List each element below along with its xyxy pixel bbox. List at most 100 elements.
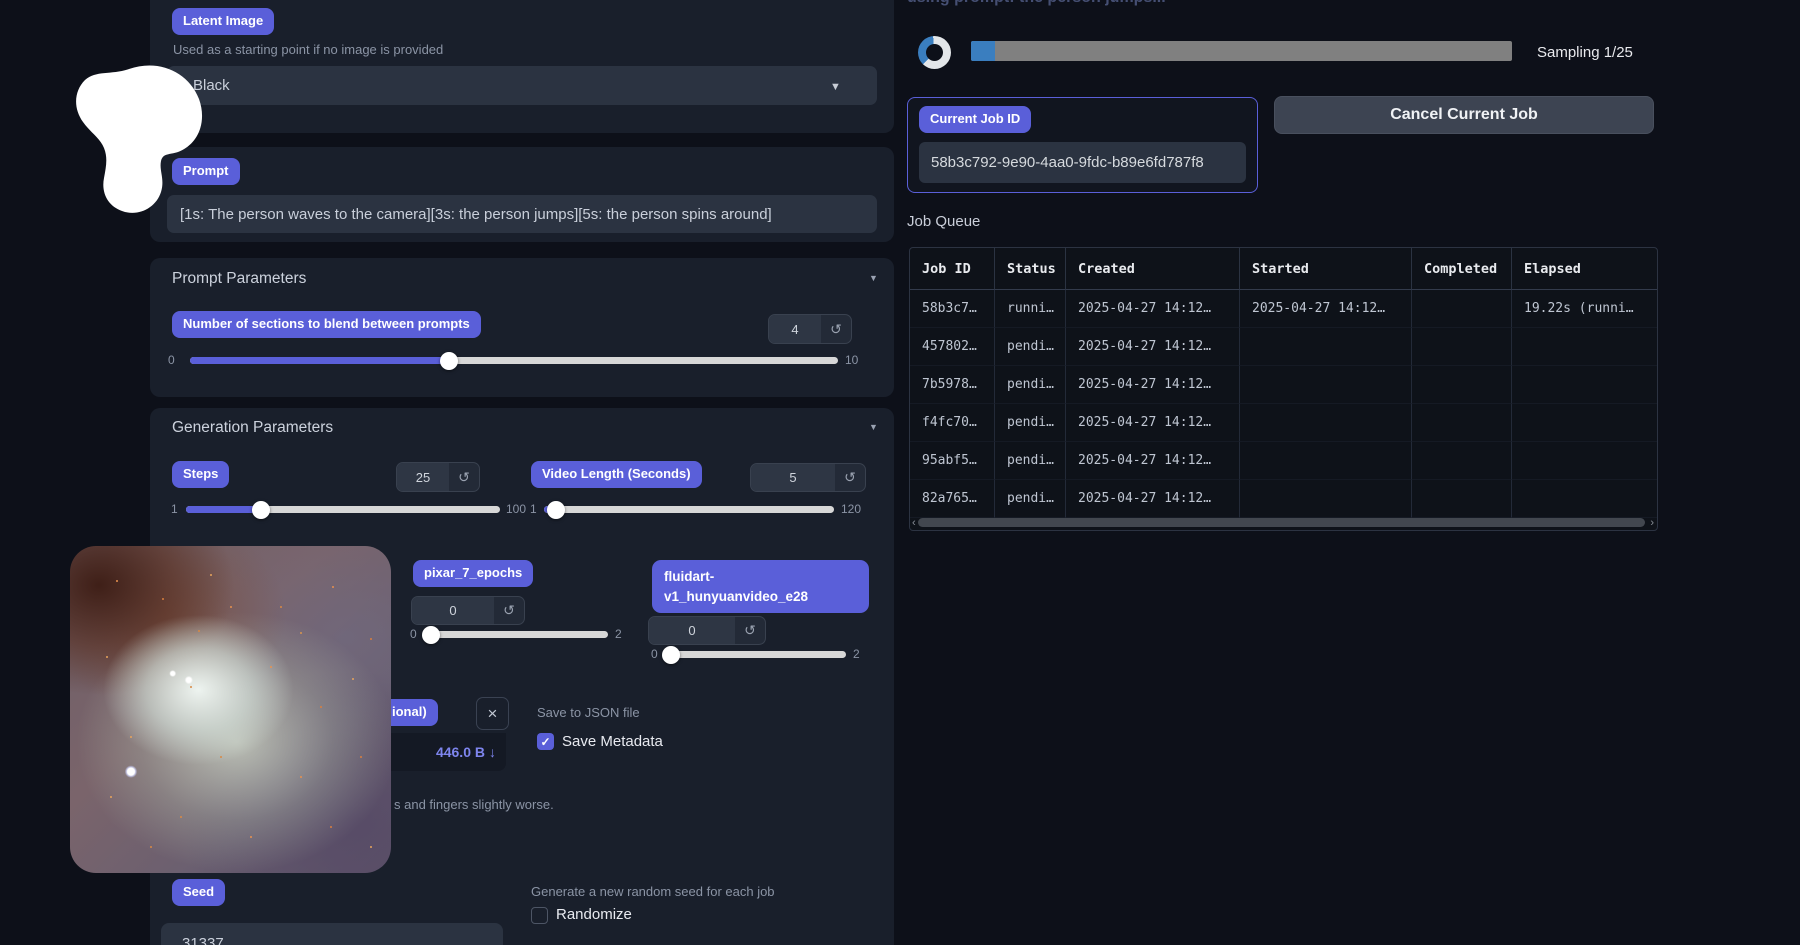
- generation-parameters-title: Generation Parameters: [172, 419, 333, 437]
- caret-down-icon: ▼: [869, 273, 878, 283]
- caret-down-icon: ▼: [869, 422, 878, 432]
- prompt-parameters-card: Prompt Parameters ▼ Number of sections t…: [150, 258, 894, 397]
- blend-slider-fill: [190, 357, 449, 364]
- lora-fluidart-slider-min: 0: [651, 647, 658, 661]
- lora-pixar-slider-thumb[interactable]: [422, 626, 440, 644]
- blend-slider-max: 10: [845, 353, 858, 367]
- lora-pixar-slider-max: 2: [615, 627, 622, 641]
- steps-slider-fill: [186, 506, 261, 513]
- job-queue-cell: 82a765…: [910, 480, 995, 518]
- nebula-output-image: [70, 546, 391, 873]
- steps-slider-thumb[interactable]: [252, 501, 270, 519]
- lora-fluidart-number-input: 0 ↺: [648, 616, 766, 645]
- latent-image-label: Latent Image: [172, 8, 274, 35]
- job-queue-cell: [1412, 290, 1512, 328]
- lora-fluidart-label: fluidart-v1_hunyuanvideo_e28: [652, 560, 869, 613]
- lora-fluidart-slider-thumb[interactable]: [662, 646, 680, 664]
- blend-slider[interactable]: [190, 357, 838, 364]
- lora-pixar-value[interactable]: 0: [412, 597, 494, 624]
- video-length-label: Video Length (Seconds): [531, 461, 702, 488]
- lora-fluidart-slider-max: 2: [853, 647, 860, 661]
- cancel-current-job-button[interactable]: Cancel Current Job: [1274, 96, 1654, 134]
- prompt-parameters-accordion-header[interactable]: Prompt Parameters ▼: [150, 258, 894, 294]
- lora-fluidart-value[interactable]: 0: [649, 617, 735, 644]
- current-job-id-value: 58b3c792-9e90-4aa0-9fdc-b89e6fd787f8: [931, 154, 1204, 171]
- video-length-slider-min: 1: [530, 502, 537, 516]
- latent-image-helper: Used as a starting point if no image is …: [173, 42, 443, 57]
- scroll-left-icon[interactable]: ‹: [912, 518, 916, 529]
- clear-file-button[interactable]: ×: [476, 697, 509, 730]
- lora-pixar-slider[interactable]: [426, 631, 608, 638]
- steps-number-input: 25 ↺: [396, 462, 480, 492]
- current-job-box: Current Job ID 58b3c792-9e90-4aa0-9fdc-b…: [907, 97, 1258, 193]
- scroll-right-icon[interactable]: ›: [1650, 518, 1654, 529]
- blend-sections-number-input: 4 ↺: [768, 314, 852, 344]
- reset-icon[interactable]: ↺: [735, 617, 765, 644]
- randomize-checkbox[interactable]: [531, 907, 548, 924]
- steps-slider-max: 100: [506, 502, 526, 516]
- save-metadata-label[interactable]: Save Metadata: [562, 733, 663, 750]
- steps-label: Steps: [172, 461, 229, 488]
- latent-image-dropdown[interactable]: Black ▼: [167, 66, 877, 105]
- video-length-slider[interactable]: [544, 506, 834, 513]
- save-metadata-checkbox[interactable]: ✓: [537, 733, 554, 750]
- job-queue-header-cell: Created: [1066, 248, 1240, 290]
- white-blob-overlay: [72, 62, 210, 223]
- video-length-slider-thumb[interactable]: [547, 501, 565, 519]
- job-queue-cell: 19.22s (runni…: [1512, 290, 1657, 328]
- job-queue-cell: pendi…: [995, 442, 1066, 480]
- job-queue-cell: [1240, 480, 1412, 518]
- job-queue-header-cell: Elapsed: [1512, 248, 1657, 290]
- job-queue-cell: pendi…: [995, 480, 1066, 518]
- seed-input[interactable]: 31337: [161, 923, 503, 945]
- seed-label: Seed: [172, 879, 225, 906]
- reset-icon[interactable]: ↺: [449, 463, 479, 491]
- progress-label: Sampling 1/25: [1537, 44, 1633, 61]
- current-job-id-field[interactable]: 58b3c792-9e90-4aa0-9fdc-b89e6fd787f8: [919, 142, 1246, 183]
- check-icon: ✓: [540, 735, 550, 749]
- lora-pixar-label: pixar_7_epochs: [413, 560, 533, 587]
- prompt-input[interactable]: [1s: The person waves to the camera][3s:…: [167, 195, 877, 233]
- job-queue-cell: [1240, 328, 1412, 366]
- job-queue-cell: [1512, 442, 1657, 480]
- lora-fluidart-slider[interactable]: [666, 651, 846, 658]
- job-queue-cell: [1240, 442, 1412, 480]
- lora-note-fragment: s and fingers slightly worse.: [394, 797, 554, 812]
- reset-icon[interactable]: ↺: [835, 464, 865, 491]
- job-queue-header-cell: Started: [1240, 248, 1412, 290]
- job-queue-cell: 2025-04-27 14:12…: [1066, 480, 1240, 518]
- job-queue-cell: 457802…: [910, 328, 995, 366]
- job-queue-hscrollbar[interactable]: [918, 518, 1645, 527]
- job-queue-cell: [1240, 404, 1412, 442]
- job-queue-header-cell: Status: [995, 248, 1066, 290]
- steps-slider-min: 1: [171, 502, 178, 516]
- current-job-label: Current Job ID: [919, 106, 1031, 133]
- video-length-value[interactable]: 5: [751, 464, 835, 491]
- reset-icon[interactable]: ↺: [494, 597, 524, 624]
- blend-sections-value[interactable]: 4: [769, 315, 821, 343]
- job-queue-cell: [1412, 366, 1512, 404]
- job-queue-cell: [1512, 366, 1657, 404]
- video-length-number-input: 5 ↺: [750, 463, 866, 492]
- reset-icon[interactable]: ↺: [821, 315, 851, 343]
- prompt-parameters-title: Prompt Parameters: [172, 270, 306, 288]
- steps-value[interactable]: 25: [397, 463, 449, 491]
- prompt-input-value: [1s: The person waves to the camera][3s:…: [180, 206, 772, 223]
- job-queue-title: Job Queue: [907, 213, 980, 230]
- video-length-slider-max: 120: [841, 502, 861, 516]
- seed-input-value: 31337: [182, 935, 224, 945]
- randomize-label[interactable]: Randomize: [556, 906, 632, 923]
- job-queue-cell: pendi…: [995, 366, 1066, 404]
- file-size: 446.0 B: [436, 744, 485, 760]
- job-queue-cell: [1240, 366, 1412, 404]
- job-queue-cell: runni…: [995, 290, 1066, 328]
- steps-slider[interactable]: [186, 506, 500, 513]
- job-queue-cell: pendi…: [995, 404, 1066, 442]
- generation-parameters-accordion-header[interactable]: Generation Parameters ▼: [150, 408, 894, 444]
- blend-slider-min: 0: [168, 353, 175, 367]
- blend-slider-thumb[interactable]: [440, 352, 458, 370]
- job-queue-cell: [1512, 404, 1657, 442]
- job-queue-cell: [1412, 328, 1512, 366]
- blend-sections-label: Number of sections to blend between prom…: [172, 311, 481, 338]
- job-queue-cell: 2025-04-27 14:12…: [1066, 290, 1240, 328]
